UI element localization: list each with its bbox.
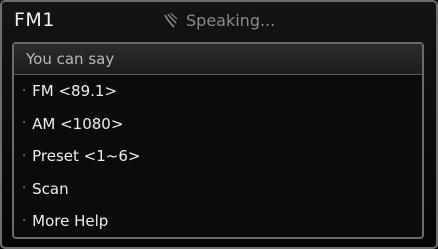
speaking-status: Speaking... [162,6,275,34]
source-title: FM1 [14,9,55,31]
command-label: AM <1080> [32,114,124,133]
command-list: · FM <89.1> · AM <1080> · Preset <1~6> ·… [14,75,422,238]
command-label: Scan [32,179,69,198]
command-item-scan[interactable]: · Scan [14,173,422,206]
panel-title: You can say [14,44,422,75]
command-item-preset[interactable]: · Preset <1~6> [14,140,422,173]
command-label: FM <89.1> [32,82,118,101]
command-label: More Help [32,212,109,231]
header-bar: FM1 Speaking... [2,2,436,40]
speaking-status-text: Speaking... [186,10,276,30]
command-item-more-help[interactable]: · More Help [14,205,422,238]
command-item-am[interactable]: · AM <1080> [14,108,422,141]
bullet-dot: · [22,116,27,132]
command-item-fm[interactable]: · FM <89.1> [14,75,422,108]
command-label: Preset <1~6> [32,147,141,166]
microphone-speaking-icon [164,12,178,28]
bullet-dot: · [22,148,27,164]
bullet-dot: · [22,83,27,99]
bullet-dot: · [22,213,27,229]
bullet-dot: · [22,181,27,197]
voice-recognition-screen: FM1 Speaking... You can say · FM <89.1> … [0,0,438,249]
you-can-say-panel: You can say · FM <89.1> · AM <1080> · Pr… [12,42,424,239]
